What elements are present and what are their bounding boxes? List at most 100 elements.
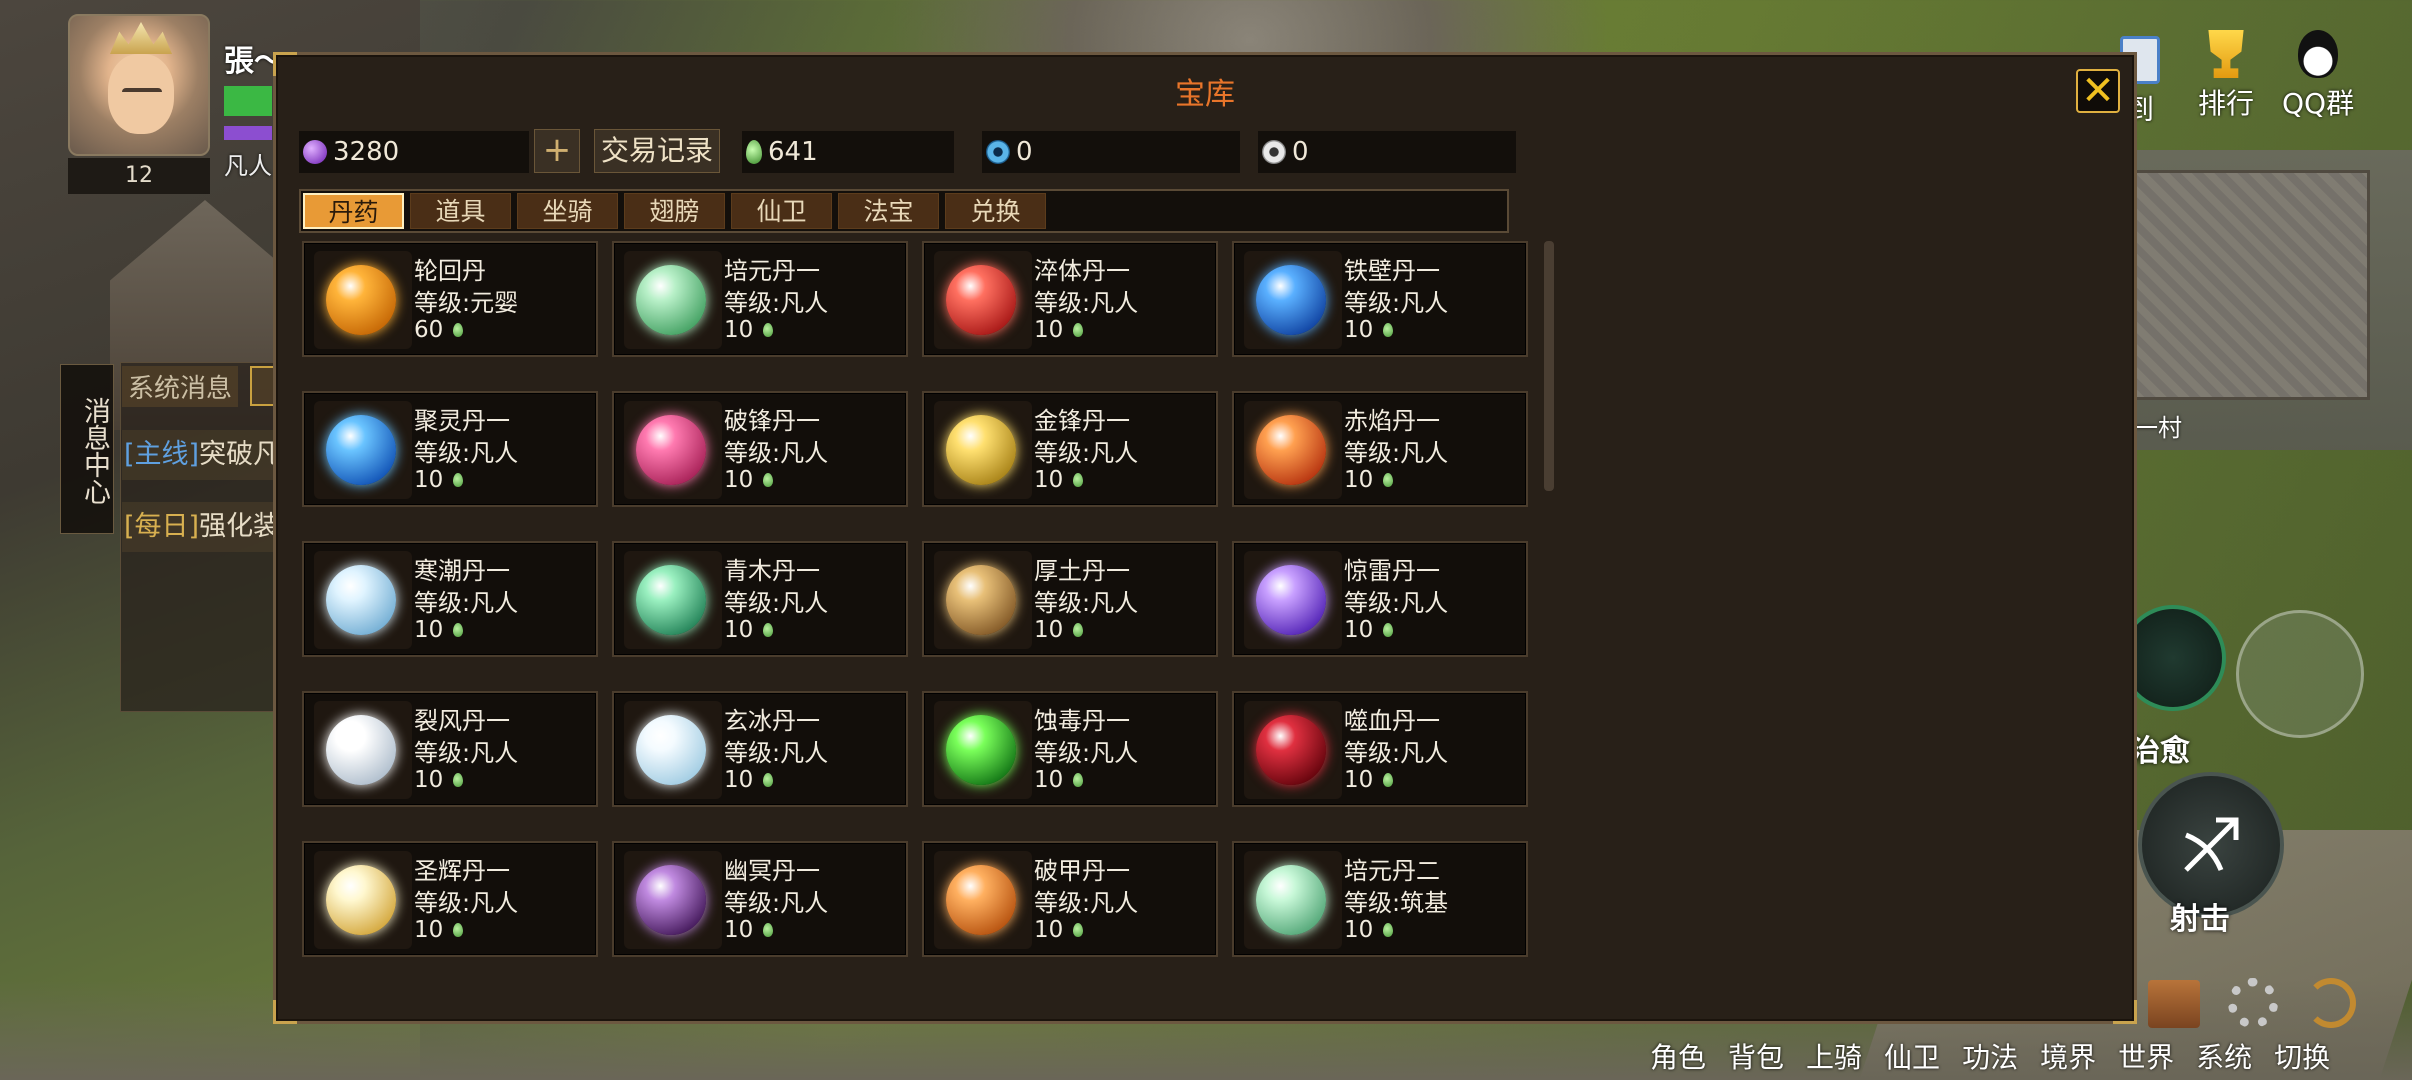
item-card[interactable]: 轮回丹 等级:元婴 60 xyxy=(302,241,598,357)
pill-icon xyxy=(1256,565,1326,635)
item-name: 培元丹一 xyxy=(724,257,820,285)
pill-icon xyxy=(326,565,396,635)
close-button[interactable]: ✕ xyxy=(2076,69,2120,113)
item-card[interactable]: 幽冥丹一等级:凡人 10 xyxy=(612,841,908,957)
item-card[interactable]: 铁壁丹一等级:凡人 10 xyxy=(1232,241,1528,357)
item-price: 10 xyxy=(414,617,464,643)
item-price: 10 xyxy=(1034,617,1084,643)
item-card[interactable]: 蚀毒丹一 等级:凡人 10 xyxy=(922,691,1218,807)
menu-world[interactable]: 世界 xyxy=(2118,1036,2174,1076)
green-leaf-icon xyxy=(453,623,464,637)
quest-main[interactable]: [主线]突破凡 xyxy=(122,430,278,480)
item-card[interactable]: 厚土丹一 等级:凡人 10 xyxy=(922,541,1218,657)
item-level: 等级:元婴 xyxy=(414,289,519,317)
item-level: 等级:凡人 xyxy=(1034,439,1139,467)
menu-role[interactable]: 角色 xyxy=(1650,1036,1706,1076)
recharge-button[interactable]: + xyxy=(534,129,580,173)
tab-guards[interactable]: 仙卫 xyxy=(731,193,832,229)
item-name: 幽冥丹一 xyxy=(724,857,820,885)
tab-pills[interactable]: 丹药 xyxy=(303,193,404,229)
menu-switch[interactable]: 切换 xyxy=(2274,1036,2330,1076)
item-card[interactable]: 惊雷丹一 等级:凡人 10 xyxy=(1232,541,1528,657)
mp-bar xyxy=(224,126,272,140)
item-price-value: 10 xyxy=(1344,317,1374,343)
item-price: 10 xyxy=(724,617,774,643)
message-center-button[interactable]: 消息中心 xyxy=(60,364,114,534)
item-level: 等级:凡人 xyxy=(724,889,829,917)
menu-skills[interactable]: 功法 xyxy=(1962,1036,2018,1076)
chat-tab-system[interactable]: 系统消息 xyxy=(122,366,239,407)
ranking-button[interactable]: 排行 xyxy=(2198,30,2254,122)
qq-group-button[interactable]: QQ群 xyxy=(2282,30,2354,122)
tab-props[interactable]: 道具 xyxy=(410,193,511,229)
item-card[interactable]: 破甲丹一 等级:凡人 10 xyxy=(922,841,1218,957)
item-price: 10 xyxy=(1034,467,1084,493)
treasury-panel: 宝库 ✕ 3280 + 交易记录 641 0 0 丹药 道具 坐骑 翅膀 仙卫 … xyxy=(273,52,2137,1024)
item-price: 10 xyxy=(414,767,464,793)
item-card[interactable]: 圣辉丹一 等级:凡人 10 xyxy=(302,841,598,957)
green-leaf-icon xyxy=(1383,473,1394,487)
item-card[interactable]: 培元丹二 等级:筑基 10 xyxy=(1232,841,1528,957)
item-card[interactable]: 金锋丹一 等级:凡人 10 xyxy=(922,391,1218,507)
item-price: 10 xyxy=(724,467,774,493)
item-price-value: 10 xyxy=(414,617,444,643)
switch-icon[interactable] xyxy=(2306,978,2356,1028)
item-price-value: 10 xyxy=(1344,917,1374,943)
pill-icon xyxy=(636,865,706,935)
pill-icon xyxy=(946,565,1016,635)
green-leaf-icon xyxy=(763,623,774,637)
tab-wings[interactable]: 翅膀 xyxy=(624,193,725,229)
item-price-value: 10 xyxy=(1034,617,1064,643)
trade-record-button[interactable]: 交易记录 xyxy=(594,129,720,173)
qq-group-label: QQ群 xyxy=(2282,87,2355,120)
green-leaf-icon xyxy=(453,773,464,787)
quest-daily[interactable]: [每日]强化装 xyxy=(122,502,278,552)
menu-mount[interactable]: 上骑 xyxy=(1806,1036,1862,1076)
menu-guard[interactable]: 仙卫 xyxy=(1884,1036,1940,1076)
item-card[interactable]: 裂风丹一 等级:凡人 10 xyxy=(302,691,598,807)
item-card[interactable]: 破锋丹一 等级:凡人 10 xyxy=(612,391,908,507)
item-price-value: 10 xyxy=(414,467,444,493)
item-name: 破锋丹一 xyxy=(724,407,820,435)
pill-icon xyxy=(326,265,396,335)
scrollbar[interactable] xyxy=(1544,241,1554,491)
pill-icon xyxy=(946,865,1016,935)
currency-green: 641 xyxy=(742,131,954,173)
tab-exchange[interactable]: 兑换 xyxy=(945,193,1046,229)
item-level: 等级:凡人 xyxy=(1034,739,1139,767)
item-card[interactable]: 聚灵丹一 等级:凡人 10 xyxy=(302,391,598,507)
item-card[interactable]: 赤焰丹一 等级:凡人 10 xyxy=(1232,391,1528,507)
item-card[interactable]: 寒潮丹一 等级:凡人 10 xyxy=(302,541,598,657)
item-name: 铁壁丹一 xyxy=(1344,257,1440,285)
gear-icon[interactable] xyxy=(2228,978,2278,1028)
pill-icon xyxy=(946,715,1016,785)
item-card[interactable]: 噬血丹一 等级:凡人 10 xyxy=(1232,691,1528,807)
camera-joystick[interactable] xyxy=(2236,610,2364,738)
panel-corner xyxy=(2113,1000,2137,1024)
currency-blue: 0 xyxy=(982,131,1240,173)
player-avatar[interactable] xyxy=(68,14,210,156)
green-leaf-icon xyxy=(763,473,774,487)
item-card[interactable]: 青木丹一 等级:凡人 10 xyxy=(612,541,908,657)
item-price-value: 10 xyxy=(724,917,754,943)
tab-mounts[interactable]: 坐骑 xyxy=(517,193,618,229)
minimap[interactable] xyxy=(2130,170,2370,400)
item-price-value: 60 xyxy=(414,317,444,343)
currency-silver: 0 xyxy=(1258,131,1516,173)
item-card[interactable]: 淬体丹一 等级:凡人 10 xyxy=(922,241,1218,357)
currency-value: 0 xyxy=(1016,137,1033,167)
world-icon[interactable] xyxy=(2148,980,2200,1028)
menu-system[interactable]: 系统 xyxy=(2196,1036,2252,1076)
item-card[interactable]: 培元丹一 等级:凡人 10 xyxy=(612,241,908,357)
menu-bag[interactable]: 背包 xyxy=(1728,1036,1784,1076)
green-leaf-icon xyxy=(453,923,464,937)
item-level: 等级:凡人 xyxy=(1344,289,1449,317)
menu-realm[interactable]: 境界 xyxy=(2040,1036,2096,1076)
pill-icon xyxy=(636,415,706,485)
item-card[interactable]: 玄冰丹一 等级:凡人 10 xyxy=(612,691,908,807)
silver-coin-icon xyxy=(1262,140,1286,164)
tab-treasures[interactable]: 法宝 xyxy=(838,193,939,229)
item-price: 10 xyxy=(1344,467,1394,493)
green-leaf-icon xyxy=(1073,923,1084,937)
item-name: 赤焰丹一 xyxy=(1344,407,1440,435)
